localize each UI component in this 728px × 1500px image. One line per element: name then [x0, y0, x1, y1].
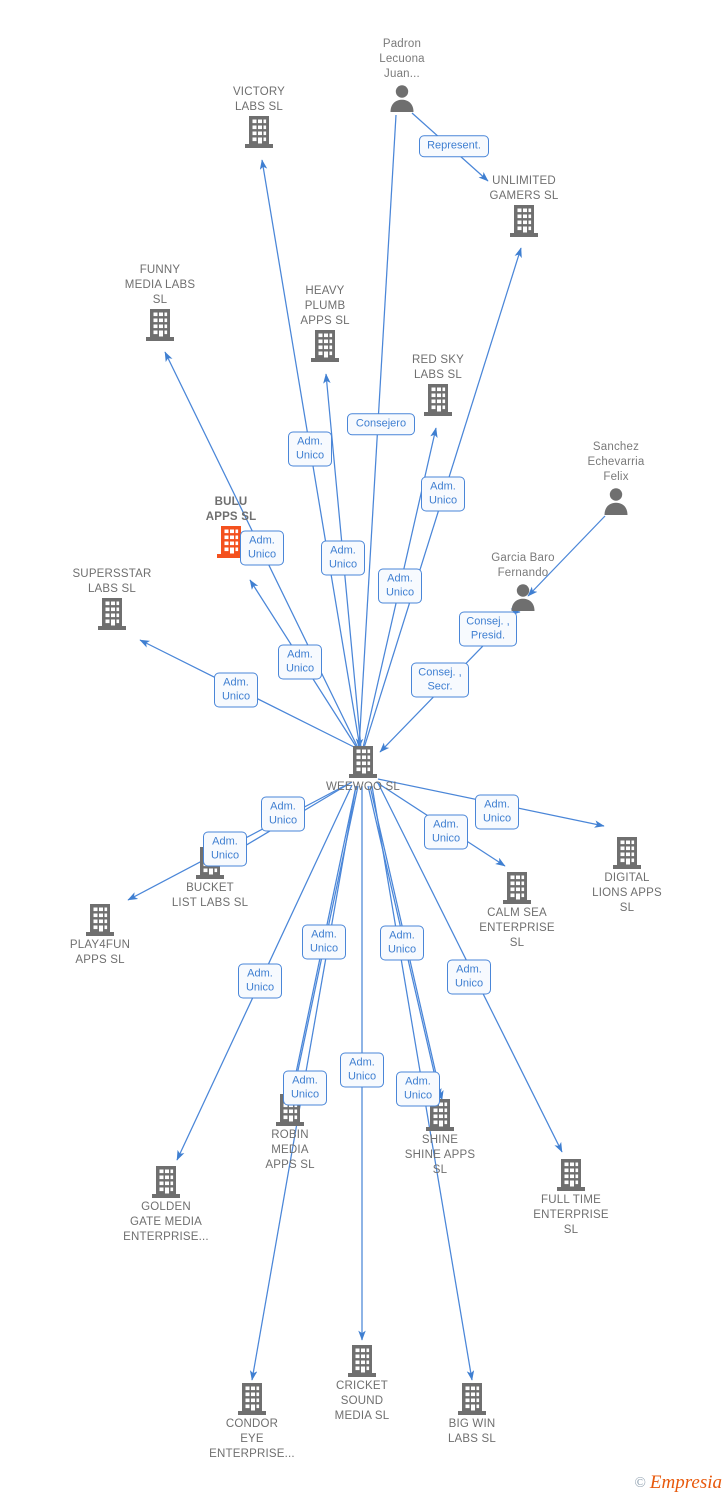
node-funny[interactable]: FUNNY MEDIA LABS SL	[95, 263, 225, 343]
edge-label-l-au-shine2[interactable]: Adm. Unico	[396, 1071, 440, 1107]
node-calmsea[interactable]: CALM SEA ENTERPRISE SL	[452, 872, 582, 951]
building-icon	[452, 872, 582, 906]
person-icon	[458, 582, 588, 612]
node-label: RED SKY LABS SL	[412, 354, 464, 381]
building-icon	[95, 309, 225, 343]
node-label: CONDOR EYE ENTERPRISE...	[209, 1418, 295, 1460]
copyright-symbol: ©	[634, 1474, 646, 1491]
person-icon	[551, 486, 681, 516]
edge-label-l-au-cricket[interactable]: Adm. Unico	[340, 1052, 384, 1088]
brand-name: Empresia	[649, 1472, 722, 1493]
node-label: FULL TIME ENTERPRISE SL	[533, 1194, 609, 1236]
person-icon	[337, 83, 467, 113]
node-label: Garcia Baro Fernando	[491, 552, 555, 579]
building-icon	[297, 1345, 427, 1379]
node-label: ROBIN MEDIA APPS SL	[265, 1129, 315, 1171]
edge-label-l-au-bucket2[interactable]: Adm. Unico	[203, 831, 247, 867]
node-padron[interactable]: Padron Lecuona Juan...	[337, 37, 467, 113]
node-goldengate[interactable]: GOLDEN GATE MEDIA ENTERPRISE...	[101, 1166, 231, 1245]
edge-label-l-au-full[interactable]: Adm. Unico	[447, 959, 491, 995]
building-icon	[407, 1383, 537, 1417]
node-play4fun[interactable]: PLAY4FUN APPS SL	[35, 904, 165, 968]
edge-label-l-cs[interactable]: Consej. , Secr.	[411, 662, 469, 698]
node-label: GOLDEN GATE MEDIA ENTERPRISE...	[123, 1201, 209, 1243]
edge-label-l-au-redsky[interactable]: Adm. Unico	[378, 568, 422, 604]
node-label: Padron Lecuona Juan...	[379, 38, 425, 80]
edge-label-l-au-robin1[interactable]: Adm. Unico	[302, 924, 346, 960]
building-icon	[375, 1099, 505, 1133]
building-icon	[101, 1166, 231, 1200]
node-robin[interactable]: ROBIN MEDIA APPS SL	[225, 1094, 355, 1173]
node-label: FUNNY MEDIA LABS SL	[124, 264, 196, 306]
building-icon	[47, 598, 177, 632]
building-icon	[187, 1383, 317, 1417]
edge-label-l-consejero[interactable]: Consejero	[347, 413, 415, 435]
node-label: BIG WIN LABS SL	[447, 1418, 497, 1445]
edge-label-l-au-victory[interactable]: Adm. Unico	[288, 431, 332, 467]
edge-label-l-au-shine1[interactable]: Adm. Unico	[380, 925, 424, 961]
node-fulltime[interactable]: FULL TIME ENTERPRISE SL	[506, 1159, 636, 1238]
node-label: VICTORY LABS SL	[232, 86, 286, 113]
node-label: CALM SEA ENTERPRISE SL	[479, 907, 555, 949]
node-weewoo[interactable]: WEEWOO SL	[298, 746, 428, 795]
node-label: PLAY4FUN APPS SL	[69, 939, 131, 966]
edge-label-l-au-heavy[interactable]: Adm. Unico	[321, 540, 365, 576]
edge-label-l-cp[interactable]: Consej. , Presid.	[459, 611, 517, 647]
node-label: WEEWOO SL	[325, 781, 400, 793]
node-heavy[interactable]: HEAVY PLUMB APPS SL	[260, 284, 390, 364]
building-icon	[562, 837, 692, 871]
edge-label-l-au-robin2[interactable]: Adm. Unico	[283, 1070, 327, 1106]
edge-label-l-au-digital[interactable]: Adm. Unico	[475, 794, 519, 830]
edge-label-l-represent[interactable]: Represent.	[419, 135, 489, 157]
node-bigwin[interactable]: BIG WIN LABS SL	[407, 1383, 537, 1447]
node-label: SHINE SHINE APPS SL	[404, 1134, 476, 1176]
building-icon	[506, 1159, 636, 1193]
node-sanchez[interactable]: Sanchez Echevarria Felix	[551, 440, 681, 516]
building-icon	[260, 330, 390, 364]
node-label: Sanchez Echevarria Felix	[587, 441, 645, 483]
node-redsky[interactable]: RED SKY LABS SL	[373, 353, 503, 418]
building-icon	[194, 116, 324, 150]
edge-label-l-au-bucket1[interactable]: Adm. Unico	[261, 796, 305, 832]
node-label: HEAVY PLUMB APPS SL	[300, 285, 350, 327]
node-shine[interactable]: SHINE SHINE APPS SL	[375, 1099, 505, 1178]
node-label: UNLIMITED GAMERS SL	[489, 175, 559, 202]
node-garcia[interactable]: Garcia Baro Fernando	[458, 551, 588, 612]
building-icon	[35, 904, 165, 938]
watermark: © Empresia	[634, 1472, 722, 1494]
node-unlimited[interactable]: UNLIMITED GAMERS SL	[459, 174, 589, 239]
building-icon	[298, 746, 428, 780]
building-icon	[459, 205, 589, 239]
node-label: BULU APPS SL	[205, 496, 257, 523]
edge-label-l-au-super[interactable]: Adm. Unico	[214, 672, 258, 708]
edge-label-l-au-bulu[interactable]: Adm. Unico	[278, 644, 322, 680]
node-victory[interactable]: VICTORY LABS SL	[194, 85, 324, 150]
node-condor[interactable]: CONDOR EYE ENTERPRISE...	[187, 1383, 317, 1462]
edge-label-l-au-golden[interactable]: Adm. Unico	[238, 963, 282, 999]
diagram-canvas: Padron Lecuona Juan... VICTORY LABS SL UNL…	[0, 0, 728, 1500]
edge-label-l-au-calm[interactable]: Adm. Unico	[424, 814, 468, 850]
edge-label-l-au-unlim[interactable]: Adm. Unico	[421, 476, 465, 512]
node-label: SUPERSSTAR LABS SL	[72, 568, 152, 595]
edge-label-l-au-funny[interactable]: Adm. Unico	[240, 530, 284, 566]
node-superstar[interactable]: SUPERSSTAR LABS SL	[47, 567, 177, 632]
